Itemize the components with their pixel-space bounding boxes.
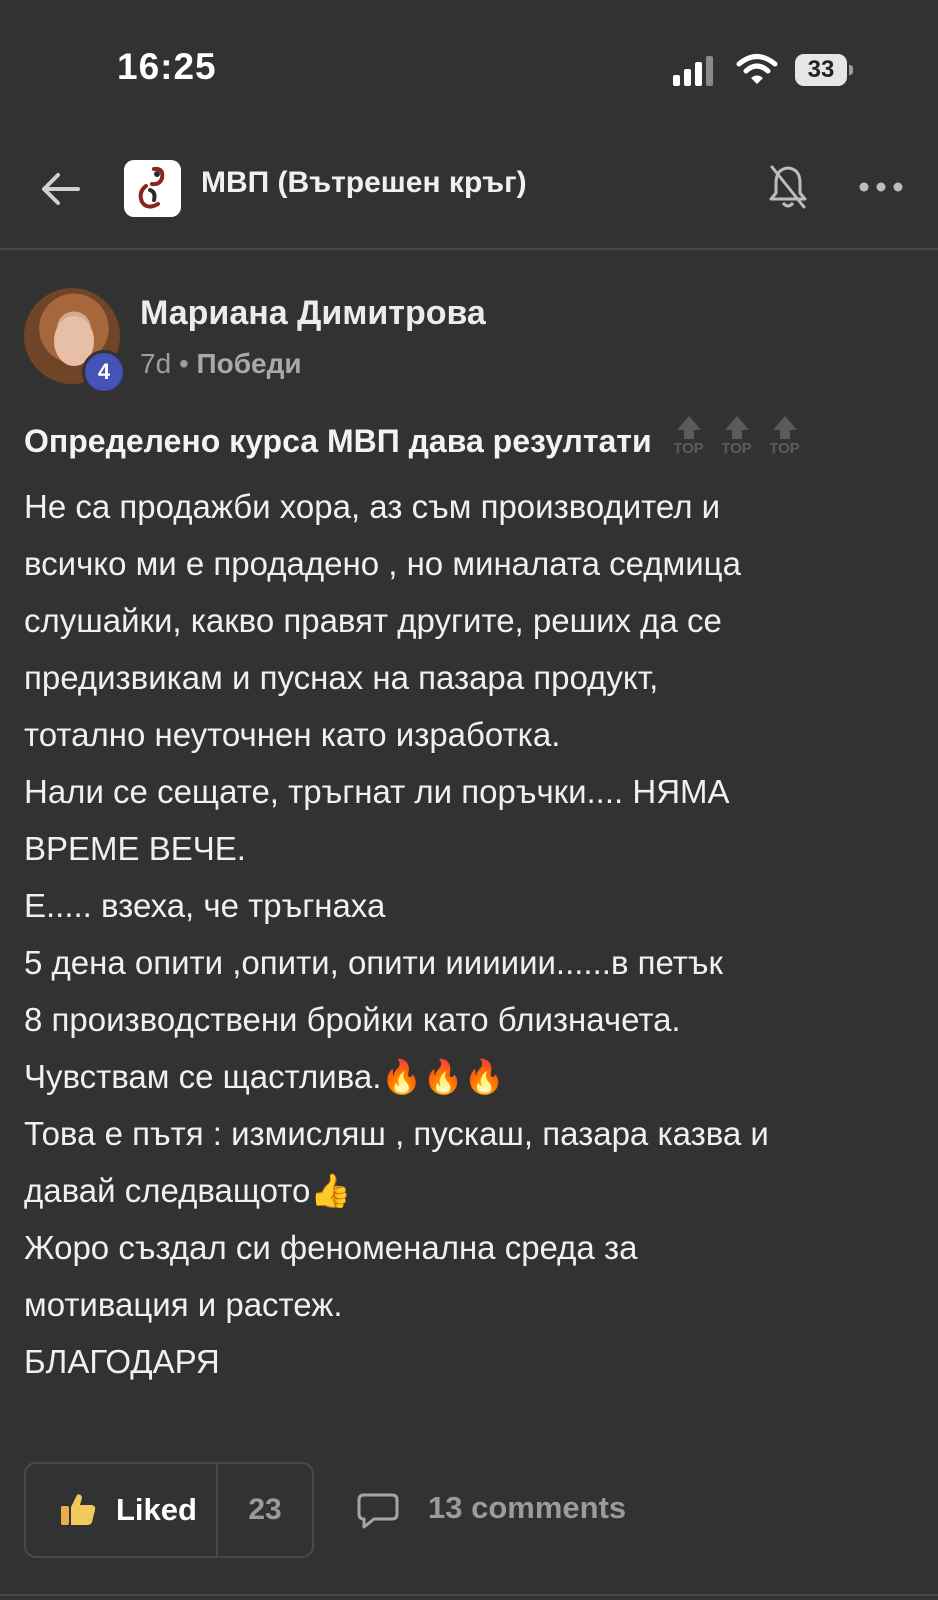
status-time: 16:25	[117, 46, 217, 87]
top-icon: TOP	[669, 416, 709, 460]
body-line: Не са продажби хора, аз съм производител…	[24, 488, 721, 525]
body-line: БЛАГОДАРЯ	[24, 1343, 220, 1380]
back-arrow-icon[interactable]	[38, 167, 82, 211]
body-line: всичко ми е продадено , но миналата седм…	[24, 545, 741, 582]
post-title-text: Определено курса МВП дава резултати	[24, 423, 652, 459]
status-bar: 16:25 33	[0, 0, 938, 140]
battery-icon: 33	[795, 54, 853, 86]
post-category[interactable]: Победи	[197, 348, 302, 379]
body-line: Нали се сещате, тръгнат ли поръчки.... Н…	[24, 773, 730, 810]
post-body: Не са продажби хора, аз съм производител…	[24, 478, 924, 1390]
battery-level: 33	[795, 54, 847, 86]
body-line: слушайки, какво правят другите, реших да…	[24, 602, 722, 639]
body-line: Това е пътя : измисляш , пускаш, пазара …	[24, 1115, 769, 1152]
level-badge: 4	[82, 350, 126, 394]
cellular-signal-icon	[673, 56, 719, 86]
top-badge-text: TOP	[769, 440, 800, 457]
like-button[interactable]: Liked	[26, 1464, 218, 1556]
body-line: тотално неуточнен като изработка.	[24, 716, 561, 753]
body-line: ВРЕМЕ ВЕЧЕ.	[24, 830, 246, 867]
more-icon[interactable]	[859, 180, 903, 194]
like-count[interactable]: 23	[218, 1464, 312, 1556]
group-header: МВП (Вътрешен кръг)	[0, 140, 938, 250]
post-meta: 7d • Победи	[140, 348, 302, 380]
group-logo-icon[interactable]	[124, 160, 181, 217]
body-line: Е..... взеха, че тръгнаха	[24, 887, 386, 924]
top-icon: TOP	[765, 416, 805, 460]
group-title[interactable]: МВП (Вътрешен кръг)	[201, 166, 527, 200]
body-line: 5 дена опити ,опити, опити ииииии......в…	[24, 944, 723, 981]
liked-label: Liked	[116, 1492, 197, 1527]
top-badge-text: TOP	[673, 440, 704, 457]
post-title: Определено курса МВП дава резултати TOP T…	[24, 416, 805, 460]
top-badge-text: TOP	[721, 440, 752, 457]
post-age: 7d	[140, 348, 172, 379]
body-line: Жоро създал си феноменална среда за	[24, 1229, 638, 1266]
comments-link[interactable]: 13 comments	[428, 1490, 626, 1526]
comment-icon[interactable]	[356, 1492, 400, 1530]
body-line: мотивация и растеж.	[24, 1286, 343, 1323]
body-line: 8 производствени бройки като близначета.	[24, 1001, 681, 1038]
thumbs-up-icon	[61, 1494, 96, 1525]
body-line: Чувствам се щастлива.🔥🔥🔥	[24, 1058, 505, 1095]
top-icon: TOP	[717, 416, 757, 460]
author-name[interactable]: Мариана Димитрова	[140, 294, 486, 333]
like-group: Liked 23	[24, 1462, 314, 1558]
divider	[0, 1594, 938, 1596]
body-line: давай следващото👍	[24, 1172, 352, 1209]
body-line: предизвикам и пуснах на пазара продукт,	[24, 659, 659, 696]
wifi-icon	[736, 54, 778, 84]
bell-off-icon[interactable]	[766, 163, 810, 211]
meta-separator: •	[178, 348, 189, 379]
